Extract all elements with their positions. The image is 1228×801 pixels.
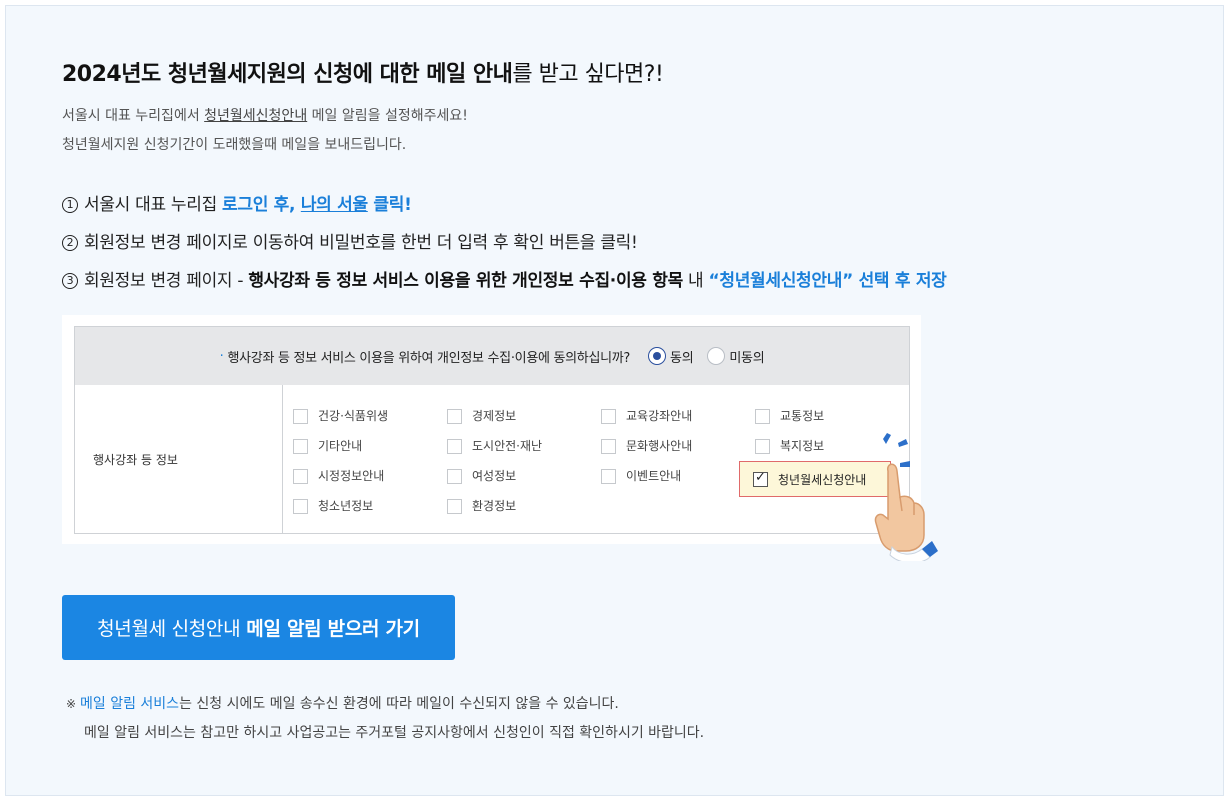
checkbox-label: 이벤트안내 [626, 469, 682, 483]
checkbox-item: 교육강좌안내 [601, 408, 692, 424]
checkbox [293, 469, 308, 484]
page-title: 2024년도 청년월세지원의 신청에 대한 메일 안내를 받고 싶다면?! [62, 56, 664, 88]
checkbox-label: 청소년정보 [318, 499, 374, 513]
step-bold-text: 행사강좌 등 정보 서비스 이용을 위한 개인정보 수집·이용 항목 [248, 271, 683, 291]
checkbox-item: 환경정보 [447, 498, 516, 514]
checkbox-item: 복지정보 [755, 438, 824, 454]
row-label: 행사강좌 등 정보 [75, 385, 283, 533]
checkbox-item: 도시안전·재난 [447, 438, 542, 454]
bullet-dot: · [219, 348, 224, 364]
checkbox-item: 기타안내 [293, 438, 362, 454]
checkbox [293, 439, 308, 454]
step-highlight-text: 클릭! [367, 195, 412, 215]
checkbox-item: 경제정보 [447, 408, 516, 424]
checkbox [447, 499, 462, 514]
checkbox-label: 기타안내 [318, 439, 363, 453]
step-3: 3 회원정보 변경 페이지 - 행사강좌 등 정보 서비스 이용을 위한 개인정보… [62, 262, 947, 300]
step-list: 1 서울시 대표 누리집 로그인 후, 나의 서울 클릭! 2 회원정보 변경 페이… [62, 186, 947, 300]
checkbox [293, 499, 308, 514]
checkbox-item: 청소년정보 [293, 498, 373, 514]
checkbox [447, 439, 462, 454]
step-text: 서울시 대표 누리집 [84, 195, 223, 215]
consent-form-illustration: · 행사강좌 등 정보 서비스 이용을 위하여 개인정보 수집·이용에 동의하십… [62, 315, 921, 544]
consent-options: 행사강좌 등 정보 건강·식품위생 경제정보 교육강좌안내 교통정보 기타안내 … [74, 385, 910, 534]
title-bold: 2024년도 청년월세지원의 신청에 대한 메일 안내 [62, 62, 513, 87]
mail-alert-button[interactable]: 청년월세 신청안내 메일 알림 받으러 가기 [62, 595, 455, 660]
checkbox-label: 복지정보 [780, 439, 825, 453]
checkbox-label: 환경정보 [472, 499, 517, 513]
notice: ※ 메일 알림 서비스는 신청 시에도 메일 송수신 환경에 따라 메일이 수신되… [66, 690, 704, 748]
my-seoul-link[interactable]: 나의 서울 [301, 195, 368, 215]
checkbox-label: 교통정보 [780, 409, 825, 423]
description: 서울시 대표 누리집에서 청년월세신청안내 메일 알림을 설정해주세요! 청년월… [62, 102, 468, 160]
radio-disagree [707, 347, 726, 365]
radio-disagree-label: 미동의 [729, 350, 765, 366]
step-text: 회원정보 변경 페이지 - [84, 271, 249, 291]
title-light: 를 받고 싶다면?! [512, 62, 664, 87]
checkbox-item: 건강·식품위생 [293, 408, 388, 424]
cta-bold-label: 메일 알림 받으러 가기 [246, 618, 420, 640]
checkbox [755, 439, 770, 454]
checkbox [447, 409, 462, 424]
checkbox [601, 409, 616, 424]
checkbox-label: 시정정보안내 [318, 469, 385, 483]
checkbox-item: 교통정보 [755, 408, 824, 424]
checkbox-label: 여성정보 [472, 469, 517, 483]
checkbox [601, 469, 616, 484]
radio-agree [648, 347, 667, 365]
note-mark: ※ [66, 697, 77, 711]
checkbox-label: 교육강좌안내 [626, 409, 693, 423]
description-line-1: 서울시 대표 누리집에서 청년월세신청안내 메일 알림을 설정해주세요! [62, 102, 468, 131]
checkbox-item: 이벤트안내 [601, 468, 681, 484]
consent-question: 행사강좌 등 정보 서비스 이용을 위하여 개인정보 수집·이용에 동의하십니까… [227, 350, 631, 366]
checkbox [755, 409, 770, 424]
radio-agree-label: 동의 [670, 350, 694, 366]
notice-text: 는 신청 시에도 메일 송수신 환경에 따라 메일이 수신되지 않을 수 있습니… [179, 696, 619, 712]
notice-line-1: ※ 메일 알림 서비스는 신청 시에도 메일 송수신 환경에 따라 메일이 수신되… [66, 690, 704, 719]
checkbox-item: 시정정보안내 [293, 468, 384, 484]
notice-line-2: 메일 알림 서비스는 참고만 하시고 사업공고는 주거포털 공지사항에서 신청인… [84, 725, 705, 741]
desc-text: 메일 알림을 설정해주세요! [307, 108, 468, 124]
step-highlight-text: 로그인 후, [222, 195, 301, 215]
mail-service-link[interactable]: 메일 알림 서비스 [80, 696, 179, 712]
description-line-2: 청년월세지원 신청기간이 도래했을때 메일을 보내드립니다. [62, 137, 407, 153]
checkbox-label: 문화행사안내 [626, 439, 693, 453]
checkbox-label: 경제정보 [472, 409, 517, 423]
step-text: 회원정보 변경 페이지로 이동하여 비밀번호를 한번 더 입력 후 확인 버튼을… [84, 233, 638, 253]
checkbox-label: 도시안전·재난 [472, 439, 543, 453]
checkbox-item: 여성정보 [447, 468, 516, 484]
desc-text: 서울시 대표 누리집에서 [62, 108, 205, 124]
checkbox-item: 문화행사안내 [601, 438, 692, 454]
desc-link-text: 청년월세신청안내 [204, 108, 308, 124]
checked-checkbox [753, 470, 768, 487]
pointing-hand-icon [874, 433, 938, 561]
checkbox [293, 409, 308, 424]
step-1: 1 서울시 대표 누리집 로그인 후, 나의 서울 클릭! [62, 186, 947, 224]
mail-guide-panel: 2024년도 청년월세지원의 신청에 대한 메일 안내를 받고 싶다면?! 서울… [5, 5, 1224, 796]
step-number-1: 1 [62, 197, 78, 213]
step-text: 내 [682, 271, 709, 291]
step-number-3: 3 [62, 273, 78, 289]
checkbox-label: 건강·식품위생 [318, 409, 389, 423]
consent-question-bar: · 행사강좌 등 정보 서비스 이용을 위하여 개인정보 수집·이용에 동의하십… [74, 326, 910, 386]
checkbox [601, 439, 616, 454]
step-number-2: 2 [62, 235, 78, 251]
step-2: 2 회원정보 변경 페이지로 이동하여 비밀번호를 한번 더 입력 후 확인 버튼… [62, 224, 947, 262]
checkbox [447, 469, 462, 484]
step-highlight-text: “청년월세신청안내” 선택 후 저장 [708, 271, 947, 291]
cta-light-label: 청년월세 신청안내 [97, 618, 241, 640]
step-highlight: 로그인 후, 나의 서울 클릭! [222, 195, 412, 215]
